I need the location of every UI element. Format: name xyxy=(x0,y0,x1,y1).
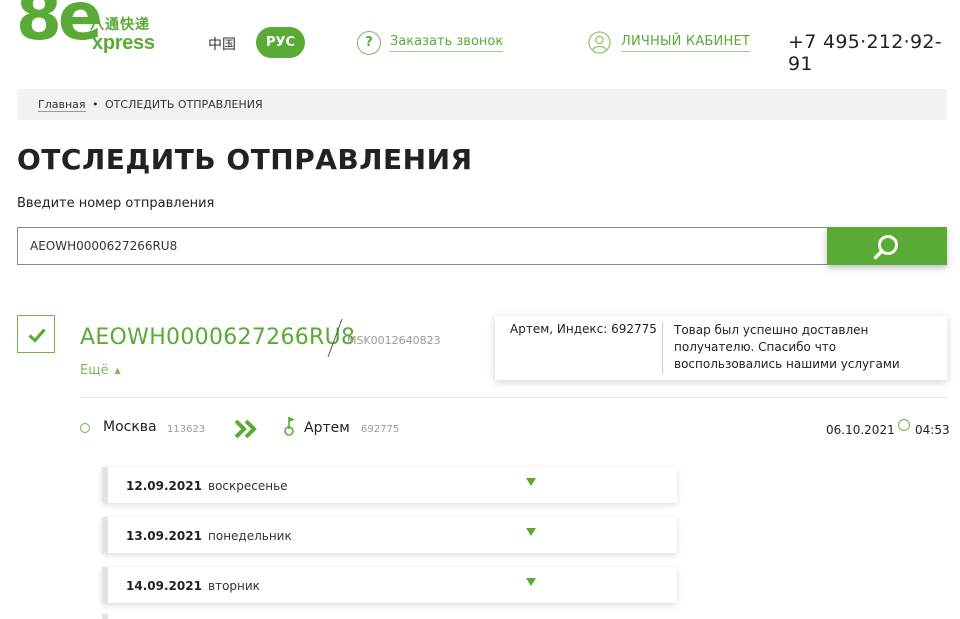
tracking-input-label: Введите номер отправления xyxy=(17,196,215,211)
internal-tracking-number: MSK0012640823 xyxy=(347,334,441,347)
origin-zip: 113623 xyxy=(167,424,206,435)
callback-link[interactable]: ? Заказать звонок xyxy=(357,31,504,55)
page-title: ОТСЛЕДИТЬ ОТПРАВЛЕНИЯ xyxy=(17,143,473,176)
triangle-up-icon: ▲ xyxy=(114,366,121,375)
day-row-partial[interactable] xyxy=(102,614,677,619)
search-button[interactable] xyxy=(827,227,947,265)
phone-number[interactable]: +7 495·212·92-91 xyxy=(788,31,960,75)
breadcrumb: Главная • ОТСЛЕДИТЬ ОТПРАВЛЕНИЯ xyxy=(17,89,947,120)
triangle-down-icon xyxy=(526,478,536,486)
logo-chinese-text: 八通快递 xyxy=(90,17,150,33)
callback-label: Заказать звонок xyxy=(390,34,504,52)
day-row[interactable]: 14.09.2021 вторник xyxy=(102,567,677,603)
day-weekday: воскресенье xyxy=(208,479,288,493)
clock-icon xyxy=(898,419,910,431)
double-chevron-right-icon xyxy=(234,419,257,439)
search-icon xyxy=(873,235,898,260)
day-weekday: вторник xyxy=(208,579,260,593)
language-chinese-link[interactable]: 中国 xyxy=(208,34,236,54)
day-date: 14.09.2021 xyxy=(126,579,202,593)
section-divider xyxy=(80,397,947,398)
slash-divider xyxy=(327,318,343,358)
shipment-checkbox[interactable] xyxy=(17,315,55,353)
origin-city: Москва xyxy=(103,419,157,435)
day-row[interactable]: 12.09.2021 воскресенье xyxy=(102,467,677,503)
user-circle-icon xyxy=(588,31,611,54)
breadcrumb-home-link[interactable]: Главная xyxy=(38,98,86,112)
breadcrumb-separator: • xyxy=(92,98,99,111)
tracking-number: AEOWH0000627266RU8 xyxy=(80,325,356,350)
info-divider xyxy=(662,322,663,374)
recipient-info: Артем, Индекс: 692775 xyxy=(510,322,657,336)
triangle-down-icon xyxy=(526,528,536,536)
destination-zip: 692775 xyxy=(361,424,400,435)
route-row: Москва 113623 Артем 692775 06.10.2021 04… xyxy=(80,415,950,445)
delivery-info-panel: Артем, Индекс: 692775 Товар был успешно … xyxy=(495,316,947,380)
logo[interactable]: 8e 八通快递 xpress xyxy=(16,0,156,64)
delivery-time: 04:53 xyxy=(915,423,950,437)
day-date: 12.09.2021 xyxy=(126,479,202,493)
cabinet-label: ЛИЧНЫЙ КАБИНЕТ xyxy=(621,34,751,52)
language-russian-button[interactable]: РУС xyxy=(256,27,305,58)
destination-city: Артем xyxy=(304,420,350,436)
checkmark-icon xyxy=(28,328,46,343)
more-label: Ещё xyxy=(80,363,109,378)
day-row[interactable]: 13.09.2021 понедельник xyxy=(102,517,677,553)
more-toggle[interactable]: Ещё ▲ xyxy=(80,363,121,378)
personal-cabinet-link[interactable]: ЛИЧНЫЙ КАБИНЕТ xyxy=(588,31,751,54)
breadcrumb-current: ОТСЛЕДИТЬ ОТПРАВЛЕНИЯ xyxy=(105,98,263,111)
site-header: 8e 八通快递 xpress 中国 РУС ? Заказать звонок … xyxy=(0,0,960,88)
delivery-status-text: Товар был успешно доставлен получателю. … xyxy=(674,323,900,371)
triangle-down-icon xyxy=(526,578,536,586)
day-weekday: понедельник xyxy=(208,529,292,543)
logo-mark: 8e xyxy=(16,0,103,55)
origin-dot-icon xyxy=(80,423,90,433)
day-date: 13.09.2021 xyxy=(126,529,202,543)
flag-icon xyxy=(284,417,295,436)
question-bubble-icon: ? xyxy=(357,31,381,55)
tracking-number-input[interactable] xyxy=(17,227,827,265)
tracking-search-form xyxy=(17,227,947,265)
delivery-date: 06.10.2021 xyxy=(826,423,895,437)
logo-xpress-text: xpress xyxy=(92,32,155,54)
